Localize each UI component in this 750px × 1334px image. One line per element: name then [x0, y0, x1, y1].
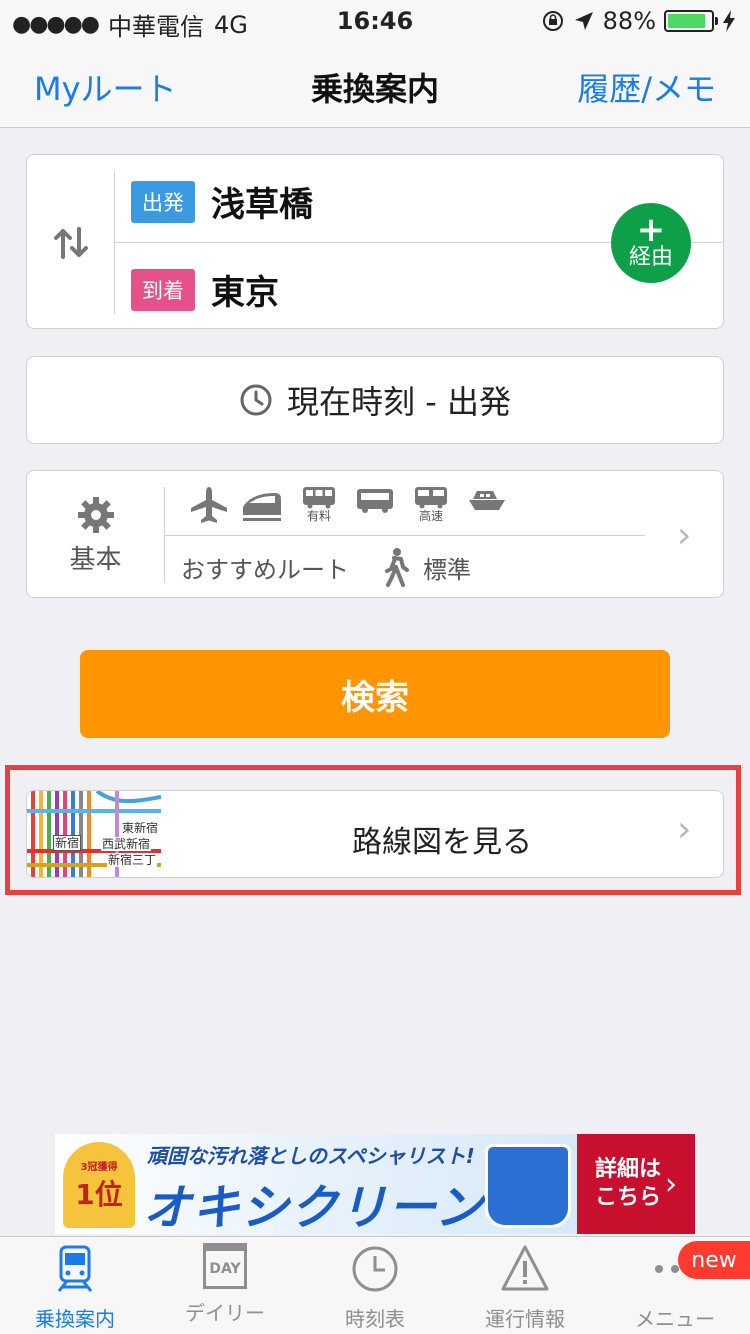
departure-row[interactable]: 出発 浅草橋 — [131, 177, 313, 226]
arrival-station[interactable]: 東京 — [211, 265, 279, 314]
departure-station[interactable]: 浅草橋 — [211, 177, 313, 226]
limited-express-icon: 有料 — [301, 485, 337, 523]
award-badge-top: 3冠獲得 — [80, 1161, 118, 1173]
route-map-thumbnail: 新宿 東新宿 西武新宿 新宿三丁 — [27, 791, 161, 877]
transport-sub-highway: 高速 — [418, 509, 443, 523]
chevron-right-icon: › — [677, 515, 692, 556]
battery-percent: 88% — [602, 7, 656, 35]
via-label: 経由 — [628, 245, 673, 270]
tab-bar: 乗換案内 DAY デイリー 時刻表 運行情報 メニュー — [0, 1236, 750, 1334]
new-badge: new — [678, 1241, 750, 1279]
navigation-bar: Myルート 乗換案内 履歴/メモ — [0, 40, 750, 128]
tab-service-info[interactable]: 運行情報 — [450, 1243, 600, 1333]
preset-label: 基本 — [69, 544, 122, 575]
status-right: 88% — [541, 7, 736, 35]
clock-icon — [352, 1246, 398, 1292]
tab-label: 時刻表 — [345, 1307, 405, 1331]
ad-copy: 頑固な汚れ落としのスペシャリスト! — [147, 1144, 475, 1168]
shinkansen-icon — [239, 485, 283, 525]
history-memo-button[interactable]: 履歴/メモ — [577, 64, 716, 110]
transport-sub-paid: 有料 — [306, 509, 331, 523]
ad-cta-button[interactable]: 詳細は こちら › — [577, 1134, 695, 1234]
train-icon — [57, 1245, 93, 1292]
plus-icon: + — [636, 210, 666, 250]
ferry-icon — [467, 485, 507, 515]
view-route-map-label: 路線図を見る — [352, 825, 532, 860]
tab-label: メニュー — [635, 1307, 715, 1331]
search-button[interactable]: 検索 — [80, 650, 670, 738]
tab-daily[interactable]: DAY デイリー — [150, 1243, 300, 1333]
walking-person-icon — [385, 548, 409, 587]
gear-icon — [77, 496, 114, 533]
search-options-button[interactable]: 基本 有料 高速 おすすめルート 標準 › — [26, 470, 724, 598]
chevron-right-icon: › — [677, 809, 692, 850]
add-via-button[interactable]: + 経由 — [611, 203, 691, 283]
ad-banner[interactable]: 3冠獲得 1位 頑固な汚れ落としのスペシャリスト! オキシクリーン 詳細は こち… — [55, 1134, 695, 1234]
product-image — [485, 1144, 571, 1228]
departure-tag: 出発 — [131, 180, 195, 223]
route-preferences: おすすめルート 標準 — [181, 547, 471, 587]
time-label: 現在時刻 - 出発 — [287, 383, 511, 421]
map-label: 新宿 — [53, 835, 82, 851]
award-badge-rank: 1位 — [75, 1177, 123, 1211]
tab-transfer[interactable]: 乗換案内 — [0, 1243, 150, 1333]
charging-bolt-icon — [723, 10, 735, 32]
map-label: 新宿三丁 — [107, 853, 158, 867]
tab-label: 乗換案内 — [35, 1307, 115, 1331]
tab-label: 運行情報 — [485, 1307, 565, 1331]
airplane-icon — [187, 485, 231, 525]
location-arrow-icon — [574, 12, 593, 30]
ad-cta-label: 詳細は こちら — [594, 1157, 661, 1210]
route-type-label: おすすめルート — [181, 555, 349, 584]
walk-speed-label: 標準 — [423, 555, 471, 584]
preset-section: 基本 — [27, 471, 164, 599]
warning-icon — [501, 1245, 549, 1291]
award-badge: 3冠獲得 1位 — [63, 1142, 135, 1228]
divider — [165, 535, 645, 536]
calendar-day-icon: DAY — [203, 1243, 247, 1289]
tab-label: デイリー — [185, 1301, 265, 1325]
status-bar: ●●●●● 中華電信 4G 16:46 88% — [0, 0, 750, 41]
map-label: 西武新宿 — [101, 837, 152, 851]
arrival-tag: 到着 — [131, 268, 195, 311]
highway-bus-icon: 高速 — [413, 485, 449, 523]
battery-icon — [664, 10, 718, 32]
arrival-row[interactable]: 到着 東京 — [131, 265, 279, 314]
view-route-map-button[interactable]: 新宿 東新宿 西武新宿 新宿三丁 路線図を見る › — [26, 790, 724, 878]
tab-timetable[interactable]: 時刻表 — [300, 1243, 450, 1333]
route-card: 出発 浅草橋 到着 東京 + 経由 — [26, 154, 724, 329]
clock-icon — [240, 384, 272, 416]
swap-stations-icon[interactable] — [49, 221, 93, 265]
map-label: 東新宿 — [121, 821, 160, 835]
chevron-right-icon: › — [665, 1166, 677, 1202]
ad-brand: オキシクリーン — [143, 1180, 484, 1234]
bus-icon — [355, 485, 395, 515]
departure-time-button[interactable]: 現在時刻 - 出発 — [26, 356, 724, 444]
rotation-lock-icon — [542, 11, 563, 31]
